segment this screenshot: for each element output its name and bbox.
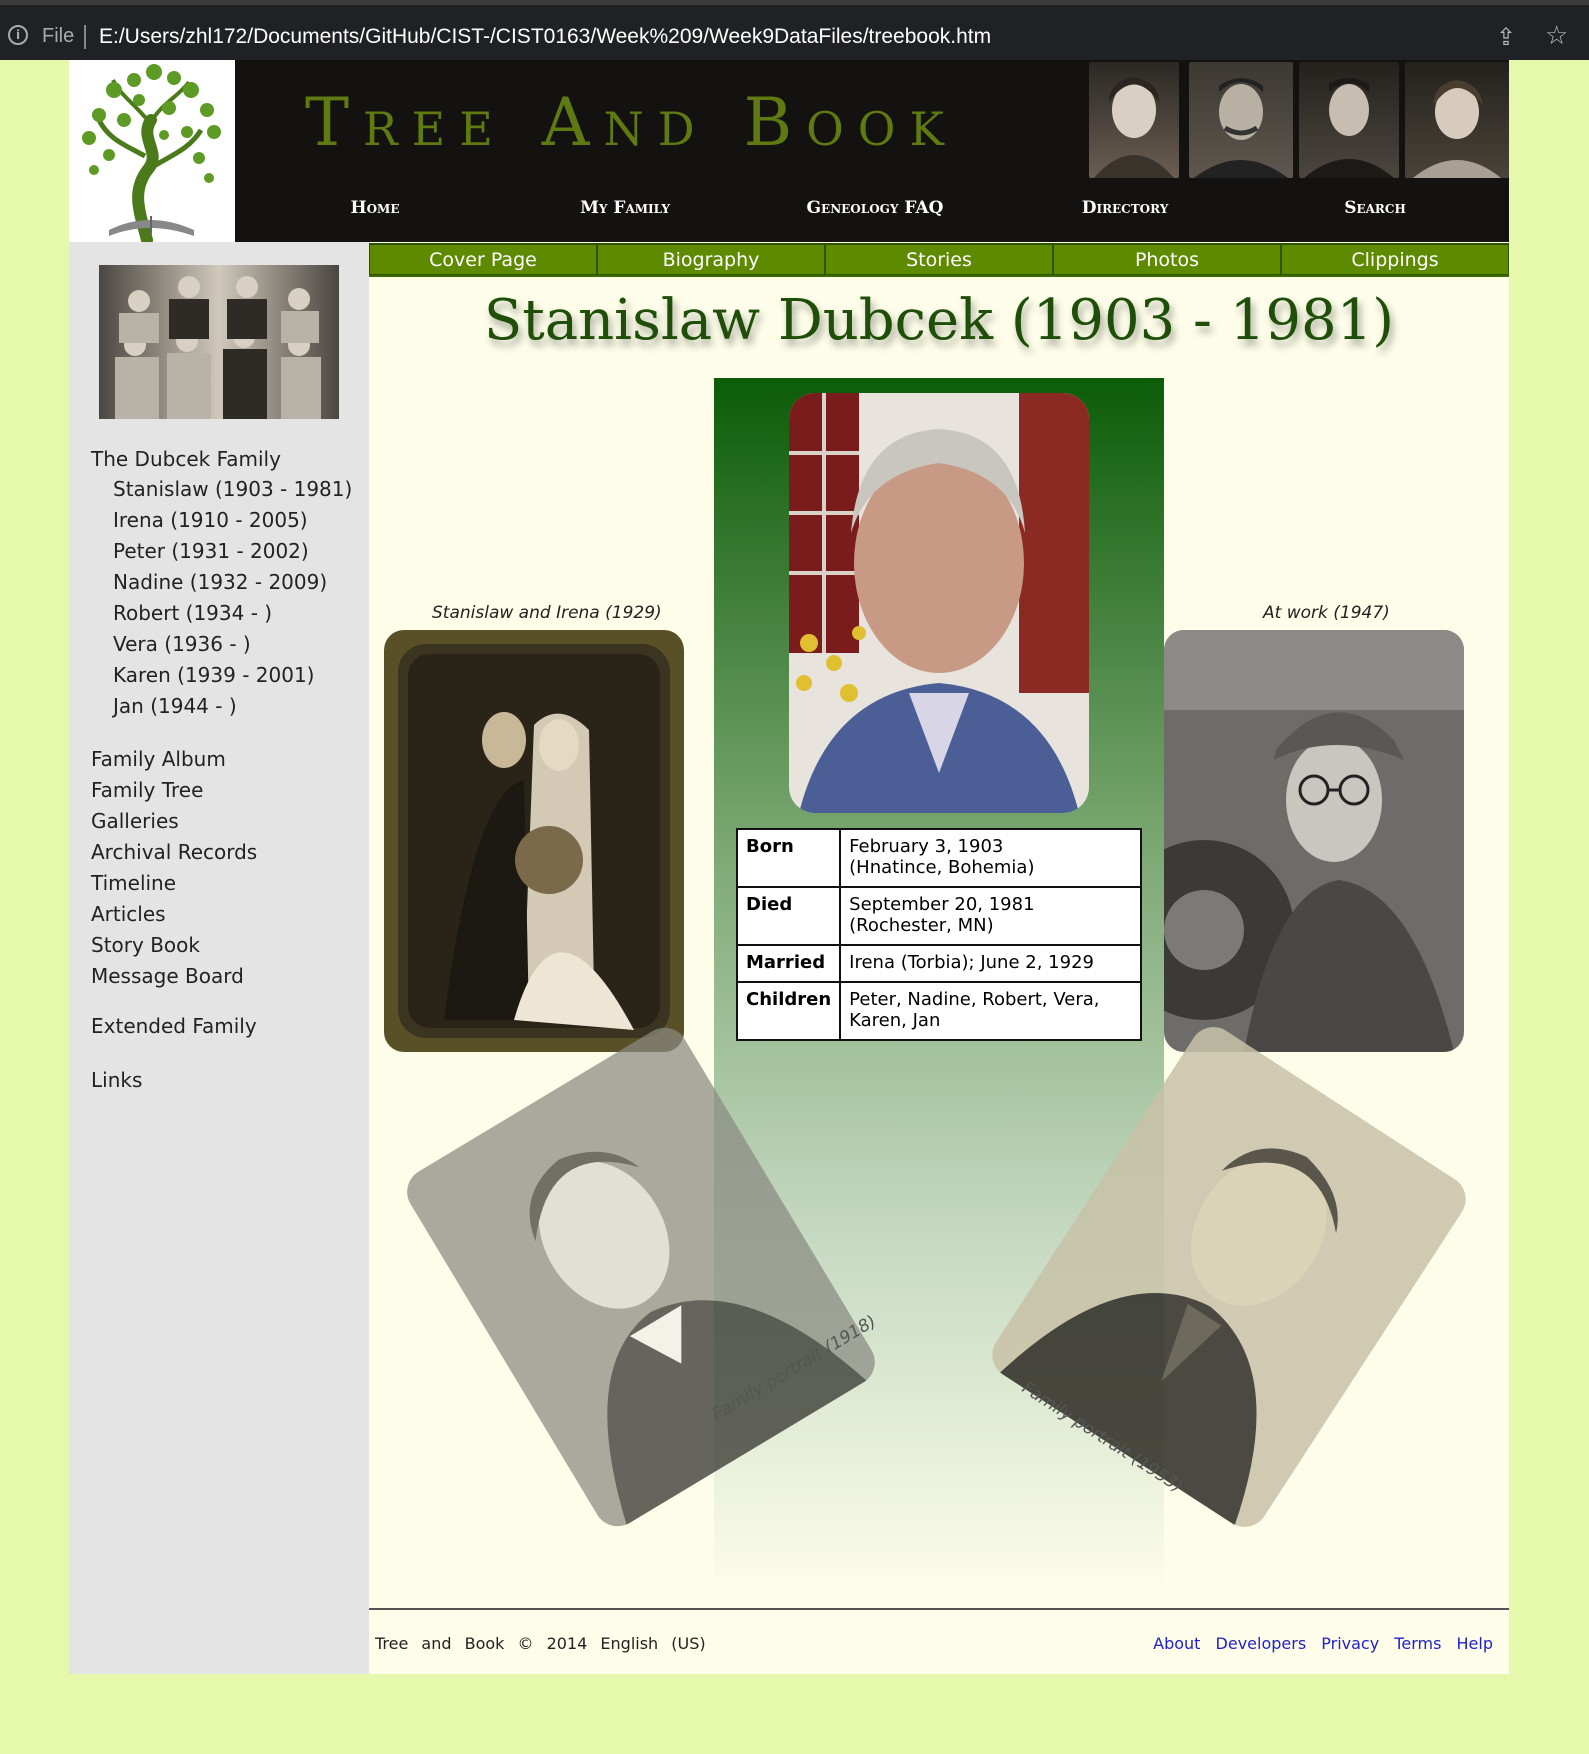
sidebar-item-story-book[interactable]: Story Book bbox=[91, 933, 257, 964]
header-portrait-2 bbox=[1189, 62, 1293, 178]
tab-photos[interactable]: Photos bbox=[1053, 244, 1281, 275]
sidebar-item-irena[interactable]: Irena (1910 - 2005) bbox=[113, 508, 352, 539]
footer-link-help[interactable]: Help bbox=[1457, 1634, 1493, 1653]
fact-value: February 3, 1903 (Hnatince, Bohemia) bbox=[839, 828, 1142, 888]
fact-label: Died bbox=[735, 886, 842, 946]
sidebar-item-stanislaw[interactable]: Stanislaw (1903 - 1981) bbox=[113, 477, 352, 508]
fact-value: Peter, Nadine, Robert, Vera, Karen, Jan bbox=[839, 981, 1142, 1041]
sidebar-item-vera[interactable]: Vera (1936 - ) bbox=[113, 632, 352, 663]
nav-directory[interactable]: Directory bbox=[1082, 198, 1169, 218]
nav-geneology-faq[interactable]: Geneology FAQ bbox=[807, 198, 944, 218]
tab-cover-page[interactable]: Cover Page bbox=[369, 244, 597, 275]
sidebar-item-articles[interactable]: Articles bbox=[91, 902, 257, 933]
sidebar-item-peter[interactable]: Peter (1931 - 2002) bbox=[113, 539, 352, 570]
footer-links: About Developers Privacy Terms Help bbox=[1143, 1634, 1493, 1653]
url-separator bbox=[84, 25, 86, 49]
info-icon[interactable]: i bbox=[8, 25, 28, 45]
fact-value-line: September 20, 1981 bbox=[849, 894, 1035, 915]
sidebar-item-jan[interactable]: Jan (1944 - ) bbox=[113, 694, 352, 725]
sidebar-item-extended-family[interactable]: Extended Family bbox=[91, 1014, 257, 1038]
table-row: Died September 20, 1981 (Rochester, MN) bbox=[735, 886, 1142, 946]
fact-value-line: Irena (Torbia); June 2, 1929 bbox=[849, 952, 1094, 973]
fact-value-line: February 3, 1903 bbox=[849, 836, 1004, 857]
sidebar-item-nadine[interactable]: Nadine (1932 - 2009) bbox=[113, 570, 352, 601]
fact-label: Born bbox=[735, 828, 842, 888]
fact-value-line: (Rochester, MN) bbox=[849, 915, 994, 936]
nav-search[interactable]: Search bbox=[1344, 198, 1406, 218]
header-portrait-3 bbox=[1299, 62, 1399, 178]
bookmark-star-icon[interactable]: ☆ bbox=[1545, 21, 1568, 51]
sidebar-item-links[interactable]: Links bbox=[91, 1068, 142, 1092]
footer-divider bbox=[369, 1608, 1509, 1610]
fact-value-line: Peter, Nadine, Robert, Vera, bbox=[849, 989, 1100, 1010]
page-title: Stanislaw Dubcek (1903 - 1981) bbox=[483, 288, 1395, 353]
fact-label: Married bbox=[735, 944, 842, 983]
share-icon[interactable]: ⇪ bbox=[1496, 23, 1516, 51]
footer-link-developers[interactable]: Developers bbox=[1216, 1634, 1307, 1653]
caption-at-work: At work (1947) bbox=[1263, 603, 1390, 623]
tree-logo-icon bbox=[82, 64, 221, 246]
page-container: Tree And Book Home My Family Geneology F… bbox=[69, 60, 1509, 1674]
sidebar-item-message-board[interactable]: Message Board bbox=[91, 964, 257, 995]
facts-table: Born February 3, 1903 (Hnatince, Bohemia)… bbox=[735, 828, 1142, 1041]
sidebar-item-galleries[interactable]: Galleries bbox=[91, 809, 257, 840]
table-row: Children Peter, Nadine, Robert, Vera, Kar… bbox=[735, 981, 1142, 1041]
site-header: Tree And Book Home My Family Geneology F… bbox=[235, 60, 1509, 242]
fact-value-line: Karen, Jan bbox=[849, 1010, 941, 1031]
header-portrait-1 bbox=[1089, 62, 1179, 178]
nav-home[interactable]: Home bbox=[351, 198, 400, 218]
table-row: Born February 3, 1903 (Hnatince, Bohemia) bbox=[735, 828, 1142, 888]
tab-clippings[interactable]: Clippings bbox=[1281, 244, 1509, 275]
site-title[interactable]: Tree And Book bbox=[305, 84, 958, 161]
browser-address-bar: i File E:/Users/zhl172/Documents/GitHub/… bbox=[0, 0, 1589, 60]
sidebar-member-list: Stanislaw (1903 - 1981) Irena (1910 - 20… bbox=[113, 477, 352, 725]
header-portrait-4 bbox=[1405, 62, 1509, 178]
sidebar-family-heading[interactable]: The Dubcek Family bbox=[91, 447, 281, 471]
site-logo[interactable] bbox=[69, 60, 235, 246]
footer-link-about[interactable]: About bbox=[1153, 1634, 1200, 1653]
sidebar-item-karen[interactable]: Karen (1939 - 2001) bbox=[113, 663, 352, 694]
footer-link-terms[interactable]: Terms bbox=[1394, 1634, 1441, 1653]
sidebar-item-family-tree[interactable]: Family Tree bbox=[91, 778, 257, 809]
table-row: Married Irena (Torbia); June 2, 1929 bbox=[735, 944, 1142, 983]
sidebar-item-robert[interactable]: Robert (1934 - ) bbox=[113, 601, 352, 632]
sidebar-item-family-album[interactable]: Family Album bbox=[91, 747, 257, 778]
url-field[interactable]: E:/Users/zhl172/Documents/GitHub/CIST-/C… bbox=[99, 25, 991, 49]
footer-link-privacy[interactable]: Privacy bbox=[1321, 1634, 1379, 1653]
sidebar: The Dubcek Family Stanislaw (1903 - 1981… bbox=[69, 242, 369, 1674]
caption-wedding: Stanislaw and Irena (1929) bbox=[432, 603, 662, 623]
sub-nav: Cover Page Biography Stories Photos Clip… bbox=[369, 243, 1509, 277]
fact-value: September 20, 1981 (Rochester, MN) bbox=[839, 886, 1142, 946]
main-portrait-photo bbox=[789, 393, 1089, 813]
tab-biography[interactable]: Biography bbox=[597, 244, 825, 275]
fact-value: Irena (Torbia); June 2, 1929 bbox=[839, 944, 1142, 983]
footer-copyright: Tree and Book © 2014 English (US) bbox=[375, 1634, 706, 1653]
at-work-photo bbox=[1164, 630, 1464, 1052]
sidebar-item-timeline[interactable]: Timeline bbox=[91, 871, 257, 902]
url-scheme: File bbox=[42, 25, 75, 47]
tab-stories[interactable]: Stories bbox=[825, 244, 1053, 275]
sidebar-item-archival-records[interactable]: Archival Records bbox=[91, 840, 257, 871]
sidebar-link-list: Family Album Family Tree Galleries Archi… bbox=[91, 747, 257, 995]
fact-label: Children bbox=[735, 981, 842, 1041]
fact-value-line: (Hnatince, Bohemia) bbox=[849, 857, 1035, 878]
main-nav: Home My Family Geneology FAQ Directory S… bbox=[235, 190, 1509, 226]
family-group-photo bbox=[99, 265, 339, 419]
nav-my-family[interactable]: My Family bbox=[580, 198, 670, 218]
wedding-photo bbox=[384, 630, 684, 1052]
